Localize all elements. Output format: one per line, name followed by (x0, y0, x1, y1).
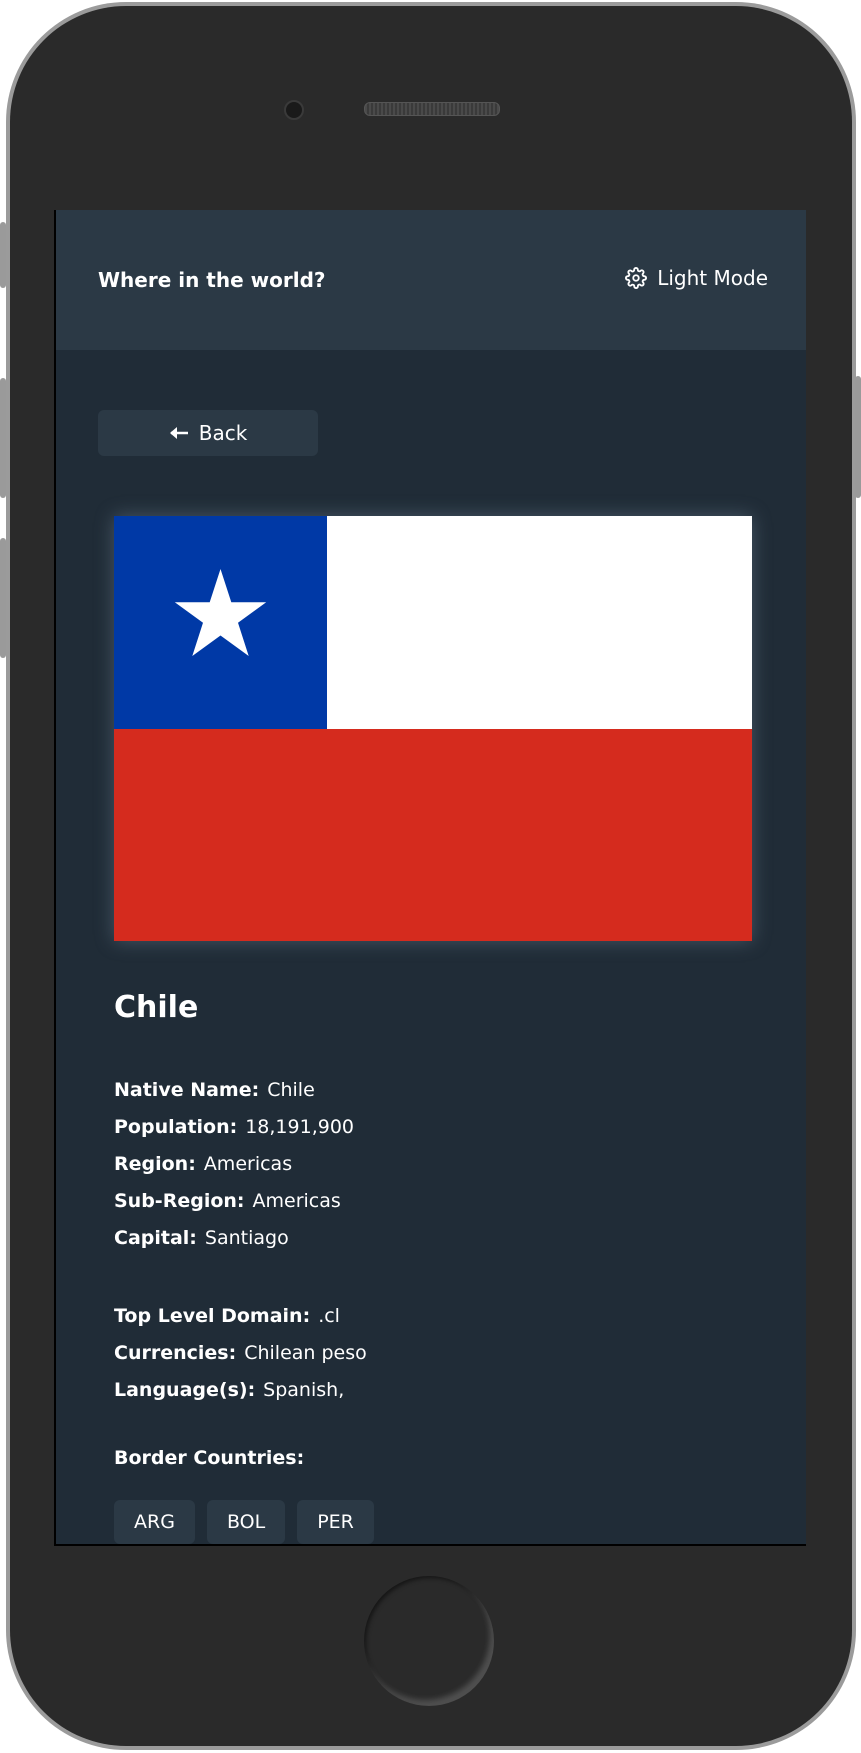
info-label: Top Level Domain: (114, 1305, 311, 1327)
border-country-button[interactable]: ARG (114, 1500, 195, 1544)
back-button-label: Back (198, 421, 248, 445)
capital-row: Capital: Santiago (114, 1220, 354, 1257)
border-country-button[interactable]: BOL (206, 1500, 286, 1544)
phone-side-button (855, 376, 861, 498)
country-name: Chile (114, 990, 199, 1025)
info-value: .cl (318, 1305, 340, 1327)
app-header: Where in the world? Light Mode (56, 210, 806, 350)
info-value: Chilean peso (244, 1342, 367, 1364)
languages-row: Language(s): Spanish, (114, 1372, 367, 1409)
phone-speaker (364, 102, 500, 116)
gear-icon (625, 267, 648, 289)
native-name-row: Native Name: Chile (114, 1072, 354, 1109)
phone-camera (284, 100, 304, 120)
info-value: Chile (267, 1079, 315, 1101)
info-label: Capital: (114, 1227, 197, 1249)
info-value: Santiago (204, 1227, 289, 1249)
theme-toggle[interactable]: Light Mode (625, 266, 768, 290)
back-button[interactable]: Back (98, 410, 318, 456)
top-level-domain-row: Top Level Domain: .cl (114, 1298, 367, 1335)
flag-red-band (114, 729, 752, 941)
sub-region-row: Sub-Region: Americas (114, 1183, 354, 1220)
phone-home-button[interactable] (364, 1576, 494, 1706)
info-value: Americas (252, 1190, 341, 1212)
phone-side-button (0, 222, 6, 288)
phone-side-button (0, 538, 6, 658)
region-row: Region: Americas (114, 1146, 354, 1183)
info-value: Spanish, (263, 1379, 345, 1401)
phone-side-button (0, 378, 6, 498)
currencies-row: Currencies: Chilean peso (114, 1335, 367, 1372)
border-countries-label: Border Countries: (114, 1447, 305, 1469)
info-value: Americas (203, 1153, 293, 1175)
theme-toggle-label: Light Mode (657, 266, 768, 290)
info-label: Population: (114, 1116, 238, 1138)
info-label: Sub-Region: (114, 1190, 245, 1212)
population-row: Population: 18,191,900 (114, 1109, 354, 1146)
primary-info: Native Name: Chile Population: 18,191,900 … (114, 1072, 354, 1257)
secondary-info: Top Level Domain: .cl Currencies: Chilean … (114, 1298, 367, 1409)
info-label: Currencies: (114, 1342, 237, 1364)
arrow-left-icon (169, 427, 188, 439)
country-flag (114, 516, 752, 941)
app-title: Where in the world? (98, 268, 326, 292)
info-label: Language(s): (114, 1379, 256, 1401)
border-country-button[interactable]: PER (297, 1500, 374, 1544)
info-label: Native Name: (114, 1079, 260, 1101)
app-screen: Where in the world? Light Mode Back Chil… (54, 210, 806, 1546)
info-label: Region: (114, 1153, 196, 1175)
info-value: 18,191,900 (245, 1116, 355, 1138)
border-countries-list: ARG BOL PER (114, 1500, 374, 1544)
